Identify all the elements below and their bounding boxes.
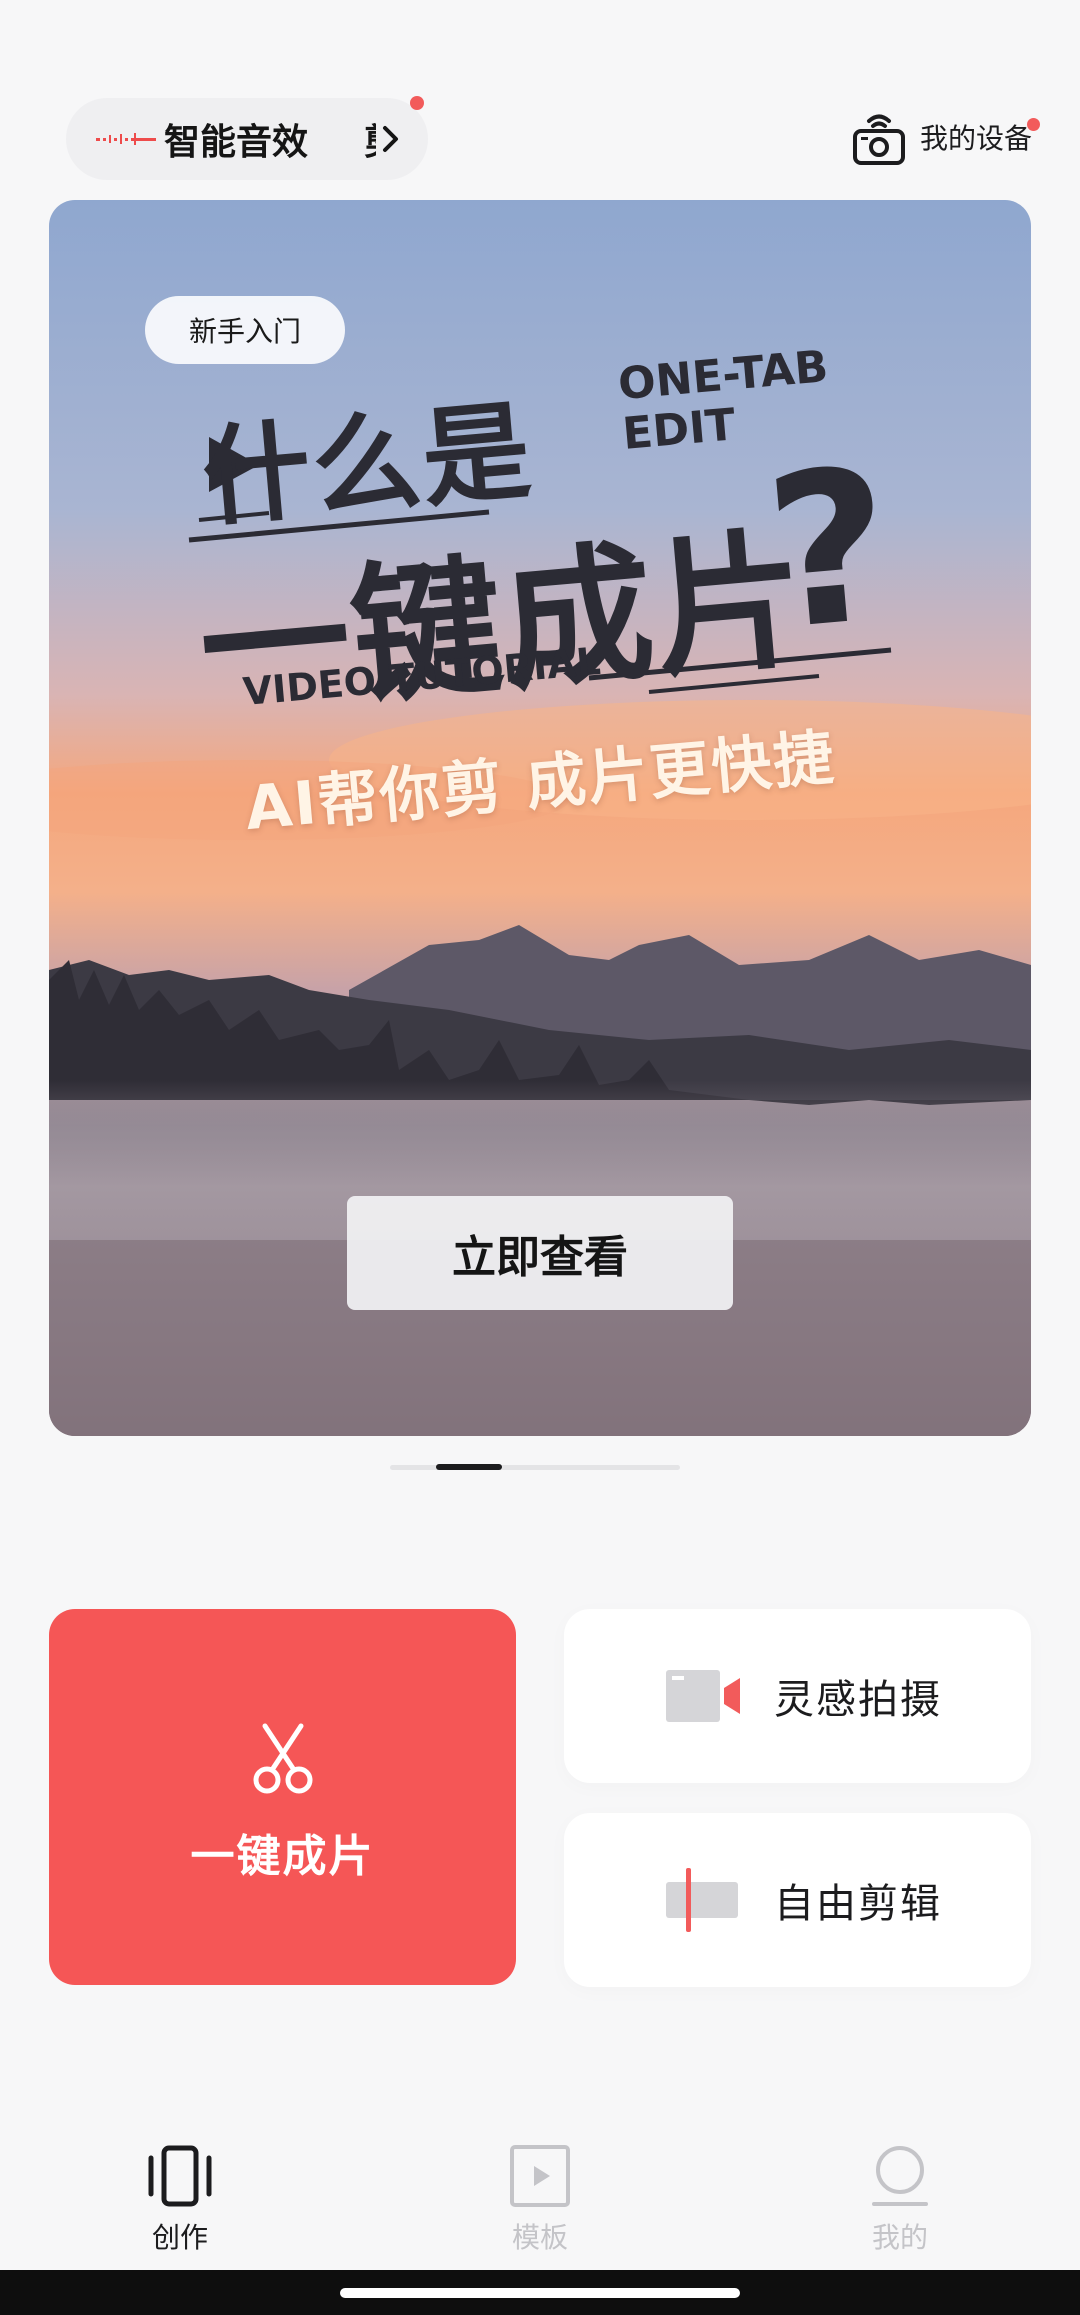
next-feature-label: 剪 — [364, 113, 376, 165]
video-camera-icon — [666, 1670, 740, 1722]
smart-sound-pill[interactable]: 智能音效 剪 — [66, 98, 428, 180]
my-devices-label: 我的设备 — [919, 122, 1032, 155]
nav-profile-label: 我的 — [871, 2221, 928, 2254]
free-edit-card[interactable]: 自由剪辑 — [564, 1813, 1031, 1987]
one-tap-edit-label: 一键成片 — [190, 1831, 375, 1882]
system-home-bar — [0, 2270, 1080, 2315]
banner-headline: 什么是 ONE-TAB EDIT 一键成片 ? VIDEO TUTORIAL A… — [49, 200, 1031, 900]
inspiration-shoot-card[interactable]: 灵感拍摄 — [564, 1609, 1031, 1783]
create-icon — [148, 2145, 212, 2207]
timeline-cut-icon — [666, 1868, 738, 1932]
bottom-navigation: 创作 模板 我的 — [0, 2130, 1080, 2270]
sound-wave-icon — [96, 133, 156, 145]
nav-tab-templates[interactable]: 模板 — [460, 2144, 620, 2264]
device-notification-dot — [1027, 118, 1040, 131]
inspiration-shoot-label: 灵感拍摄 — [774, 1677, 942, 1723]
pager-active-indicator — [436, 1464, 502, 1470]
home-indicator[interactable] — [340, 2288, 740, 2298]
notification-dot — [410, 96, 424, 110]
camera-device-icon — [852, 114, 905, 165]
tutorial-banner[interactable]: 新手入门 什么是 ONE-TAB EDIT 一键成片 ? VIDEO TUTOR… — [49, 200, 1031, 1436]
template-icon — [510, 2145, 570, 2207]
smart-sound-label: 智能音效 — [164, 122, 309, 163]
nav-templates-label: 模板 — [511, 2221, 568, 2254]
profile-icon — [872, 2146, 928, 2206]
chevron-right-icon[interactable] — [380, 124, 402, 154]
nav-tab-profile[interactable]: 我的 — [820, 2144, 980, 2264]
banner-pager — [390, 1464, 680, 1470]
one-tap-edit-card[interactable]: 一键成片 — [49, 1609, 516, 1985]
nav-create-label: 创作 — [151, 2221, 208, 2254]
free-edit-label: 自由剪辑 — [774, 1881, 942, 1927]
nav-tab-create[interactable]: 创作 — [100, 2144, 260, 2264]
scissors-icon — [253, 1723, 312, 1794]
view-now-button[interactable]: 立即查看 — [347, 1196, 733, 1310]
headline-question-mark: ? — [757, 422, 901, 677]
my-devices-button[interactable]: 我的设备 — [852, 104, 1032, 170]
